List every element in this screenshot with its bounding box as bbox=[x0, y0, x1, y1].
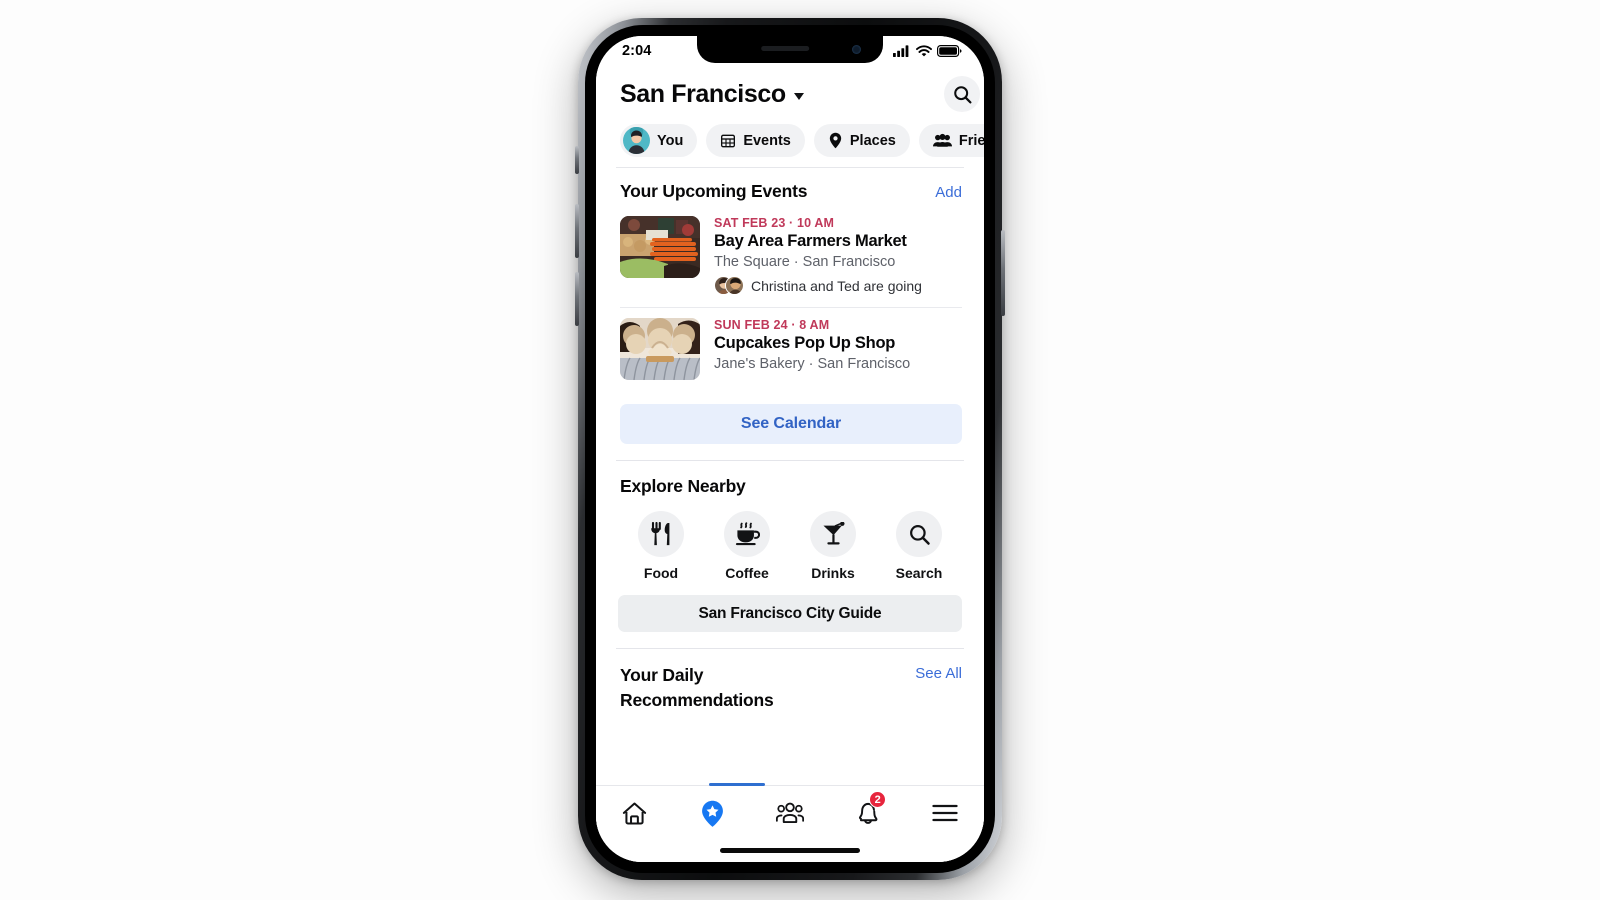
explore-label: Drinks bbox=[811, 565, 855, 582]
avatar bbox=[725, 276, 744, 296]
volume-up-button[interactable] bbox=[575, 204, 579, 258]
tab-menu[interactable] bbox=[906, 796, 984, 830]
event-info: SUN FEB 24 · 8 AM Cupcakes Pop Up Shop J… bbox=[714, 318, 962, 380]
chip-places[interactable]: Places bbox=[813, 124, 910, 157]
chip-label: You bbox=[657, 132, 684, 149]
notification-badge: 2 bbox=[869, 791, 887, 808]
chip-label: Frien bbox=[958, 132, 984, 149]
explore-label: Food bbox=[643, 565, 679, 582]
power-button[interactable] bbox=[1001, 230, 1005, 316]
explore-label: Search bbox=[895, 565, 943, 582]
explore-icon-circle bbox=[810, 511, 856, 558]
explore-nearby-grid: Food Coffee Drinks Search bbox=[596, 497, 984, 581]
tab-friends[interactable] bbox=[751, 796, 829, 830]
event-list-item[interactable]: SUN FEB 24 · 8 AM Cupcakes Pop Up Shop J… bbox=[596, 308, 984, 390]
explore-icon-circle bbox=[724, 511, 770, 558]
home-icon bbox=[623, 801, 647, 825]
chip-you[interactable]: You bbox=[620, 124, 698, 157]
volume-down-button[interactable] bbox=[575, 272, 579, 326]
page-title: San Francisco bbox=[620, 79, 786, 108]
hamburger-icon bbox=[932, 804, 958, 822]
home-indicator bbox=[720, 848, 860, 853]
avatar-icon bbox=[623, 127, 650, 154]
explore-item-drinks[interactable]: Drinks bbox=[790, 511, 876, 581]
phone-device-frame: San Francisco You Events Places Frie You… bbox=[575, 18, 1005, 880]
event-name: Bay Area Farmers Market bbox=[714, 232, 907, 250]
chip-label: Places bbox=[849, 132, 896, 149]
people-icon bbox=[775, 802, 804, 823]
filter-chip-row[interactable]: You Events Places Frie bbox=[596, 116, 984, 167]
city-guide-button[interactable]: San Francisco City Guide bbox=[618, 595, 962, 633]
tab-places[interactable] bbox=[674, 796, 752, 830]
chip-friends[interactable]: Frien bbox=[918, 124, 984, 157]
daily-recommendations-title: Your Daily Recommendations bbox=[620, 665, 774, 710]
scroll-content[interactable]: Your Upcoming Events Add SAT FEB 23 · 10… bbox=[596, 168, 984, 862]
search-icon bbox=[953, 85, 972, 104]
chevron-down-icon bbox=[793, 93, 804, 100]
pin-star-icon bbox=[701, 800, 723, 827]
event-location: The Square · San Francisco bbox=[714, 253, 896, 270]
mute-switch-button[interactable] bbox=[575, 146, 579, 174]
event-attendees: Christina and Ted are going bbox=[714, 276, 962, 296]
explore-item-search[interactable]: Search bbox=[876, 511, 962, 581]
cocktail-glass-icon bbox=[822, 522, 845, 545]
section-title: Your Upcoming Events bbox=[620, 181, 808, 201]
event-info: SAT FEB 23 · 10 AM Bay Area Farmers Mark… bbox=[714, 216, 962, 296]
earpiece-speaker bbox=[761, 46, 810, 51]
explore-label: Coffee bbox=[725, 565, 769, 582]
event-list-item[interactable]: SAT FEB 23 · 10 AM Bay Area Farmers Mark… bbox=[596, 211, 984, 305]
coffee-cup-icon bbox=[735, 522, 760, 546]
active-tab-indicator bbox=[709, 783, 765, 786]
chip-events[interactable]: Events bbox=[706, 124, 805, 157]
search-button[interactable] bbox=[944, 76, 980, 112]
app-root: San Francisco You Events Places Frie You… bbox=[596, 36, 984, 862]
phone-screen: San Francisco You Events Places Frie You… bbox=[596, 36, 984, 862]
friends-icon bbox=[932, 133, 952, 147]
tab-notifications[interactable]: 2 bbox=[829, 791, 907, 830]
screenshot-canvas: San Francisco You Events Places Frie You… bbox=[0, 0, 1600, 900]
daily-recommendations-header: Your Daily Recommendations See All bbox=[596, 649, 984, 711]
chip-label: Events bbox=[743, 132, 791, 149]
attendee-avatars bbox=[714, 276, 744, 296]
event-date: SUN FEB 24 · 8 AM bbox=[714, 318, 830, 333]
tab-home[interactable] bbox=[596, 796, 674, 830]
fork-knife-icon bbox=[651, 522, 670, 546]
explore-item-food[interactable]: Food bbox=[618, 511, 704, 581]
event-date: SAT FEB 23 · 10 AM bbox=[714, 216, 835, 230]
event-name: Cupcakes Pop Up Shop bbox=[714, 334, 896, 353]
see-all-link[interactable]: See All bbox=[915, 665, 962, 682]
event-location: Jane's Bakery · San Francisco bbox=[714, 356, 911, 373]
map-pin-icon bbox=[829, 132, 842, 149]
explore-item-coffee[interactable]: Coffee bbox=[704, 511, 790, 581]
explore-icon-circle bbox=[896, 511, 942, 558]
notch bbox=[697, 36, 883, 63]
attendees-text: Christina and Ted are going bbox=[751, 277, 922, 294]
explore-icon-circle bbox=[638, 511, 684, 558]
calendar-grid-icon bbox=[721, 134, 736, 147]
event-thumbnail-cupcakes bbox=[620, 318, 700, 381]
event-thumbnail-farmers-market bbox=[620, 216, 700, 278]
upcoming-events-header: Your Upcoming Events Add bbox=[596, 168, 984, 211]
search-icon bbox=[909, 525, 930, 545]
see-calendar-button[interactable]: See Calendar bbox=[620, 404, 962, 445]
add-event-link[interactable]: Add bbox=[935, 184, 962, 201]
app-header: San Francisco bbox=[596, 66, 984, 116]
location-selector[interactable]: San Francisco bbox=[620, 80, 804, 109]
explore-nearby-title: Explore Nearby bbox=[620, 476, 746, 497]
front-camera bbox=[852, 45, 861, 54]
